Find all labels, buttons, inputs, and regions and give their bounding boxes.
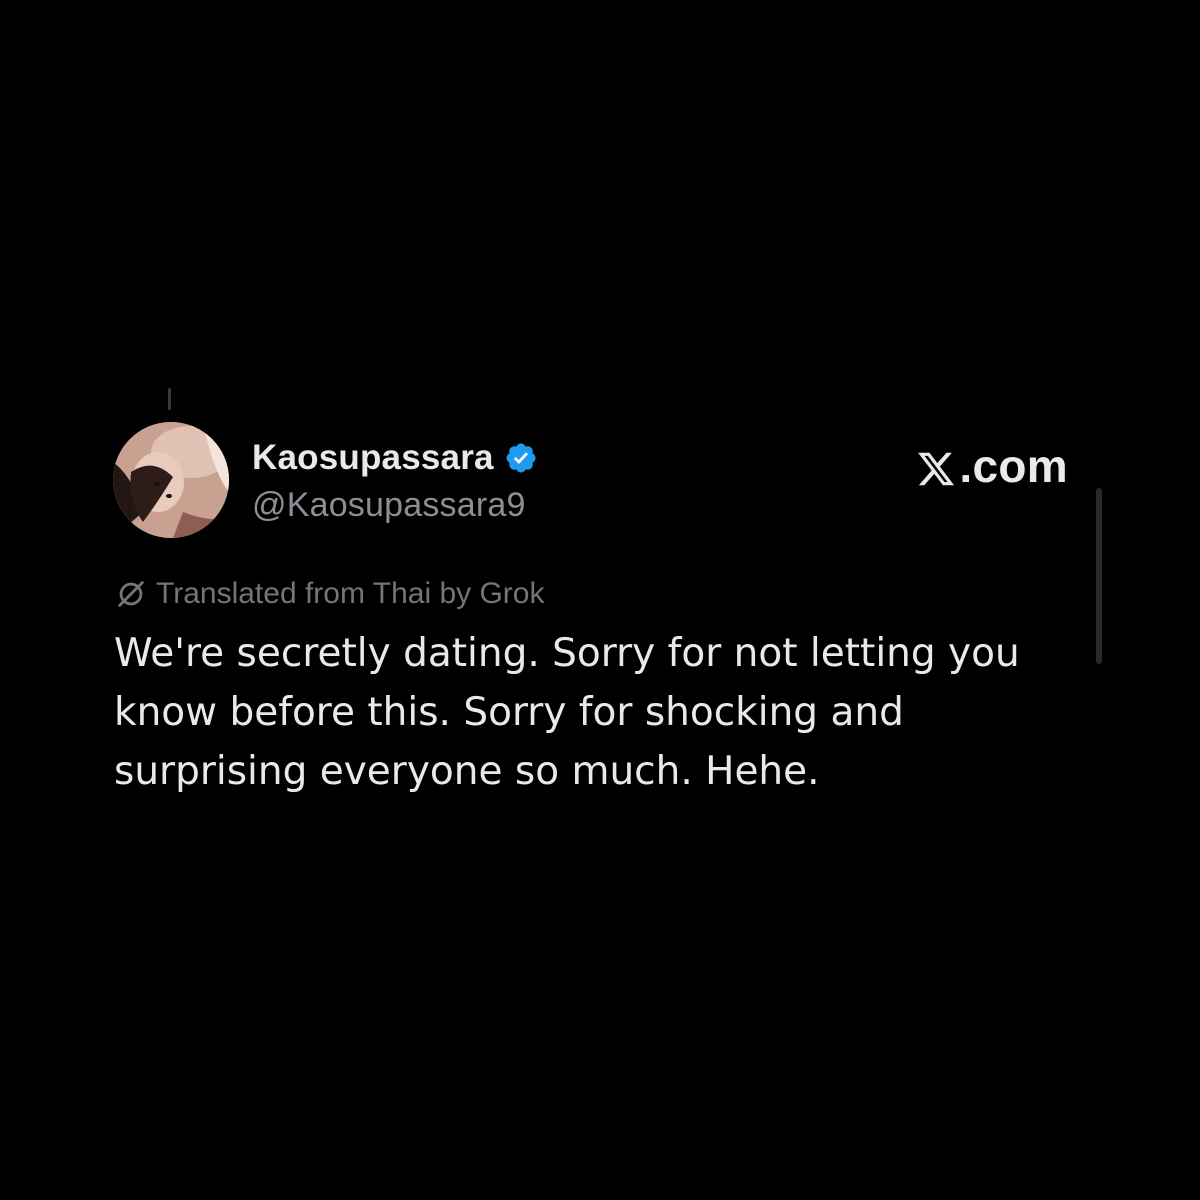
x-logo-icon: [916, 446, 956, 486]
post-text-line: We're secretly dating. Sorry for not let…: [114, 631, 1020, 676]
avatar[interactable]: [113, 422, 229, 538]
author-handle[interactable]: @Kaosupassara9: [252, 486, 526, 525]
post-text: We're secretly dating. Sorry for not let…: [114, 624, 1054, 801]
avatar-photo: [113, 422, 229, 538]
grok-icon: [114, 577, 148, 611]
translation-notice: Translated from Thai by Grok: [114, 574, 544, 614]
scrollbar[interactable]: [1096, 488, 1102, 664]
thread-connector-line: [168, 388, 171, 410]
brand-domain-text: .com: [959, 440, 1068, 492]
x-com-watermark: .com: [916, 438, 1068, 494]
author-display-name[interactable]: Kaosupassara: [252, 438, 494, 478]
translation-label: Translated from Thai by Grok: [156, 577, 545, 610]
verified-badge-icon: [504, 441, 538, 475]
author-name-row[interactable]: Kaosupassara: [252, 436, 538, 480]
post-text-line: surprising everyone so much. Hehe.: [114, 749, 820, 794]
post-text-line: know before this. Sorry for shocking and: [114, 690, 904, 735]
